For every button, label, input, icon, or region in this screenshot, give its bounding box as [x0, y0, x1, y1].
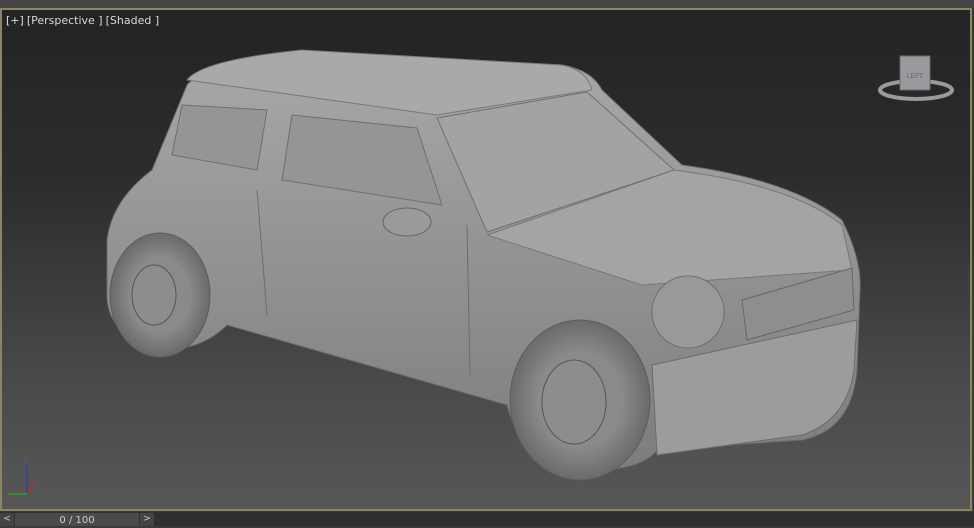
front-hub [541, 359, 607, 445]
rear-hub [131, 264, 177, 326]
axis-tripod: z [8, 458, 35, 495]
viewport-label-menu: [+] [Perspective ] [Shaded ] [6, 14, 162, 27]
time-slider[interactable]: < 0 / 100 > [0, 512, 974, 526]
viewport-general-menu[interactable]: [+] [6, 14, 24, 27]
viewcube-face-label: LEFT [907, 72, 924, 80]
previous-frame-button[interactable]: < [0, 513, 14, 526]
top-bar [0, 0, 974, 8]
perspective-viewport[interactable]: [+] [Perspective ] [Shaded ] LEFT z [0, 8, 972, 511]
viewport-shading-menu[interactable]: [Shaded ] [106, 14, 160, 27]
car-model [106, 49, 861, 481]
viewcube[interactable]: LEFT [874, 46, 958, 106]
svg-text:z: z [24, 458, 28, 466]
time-slider-thumb[interactable]: 0 / 100 [15, 513, 139, 526]
mirror [382, 207, 432, 237]
next-frame-button[interactable]: > [140, 513, 154, 526]
viewport-point-of-view-menu[interactable]: [Perspective ] [27, 14, 103, 27]
headlight [651, 275, 725, 349]
